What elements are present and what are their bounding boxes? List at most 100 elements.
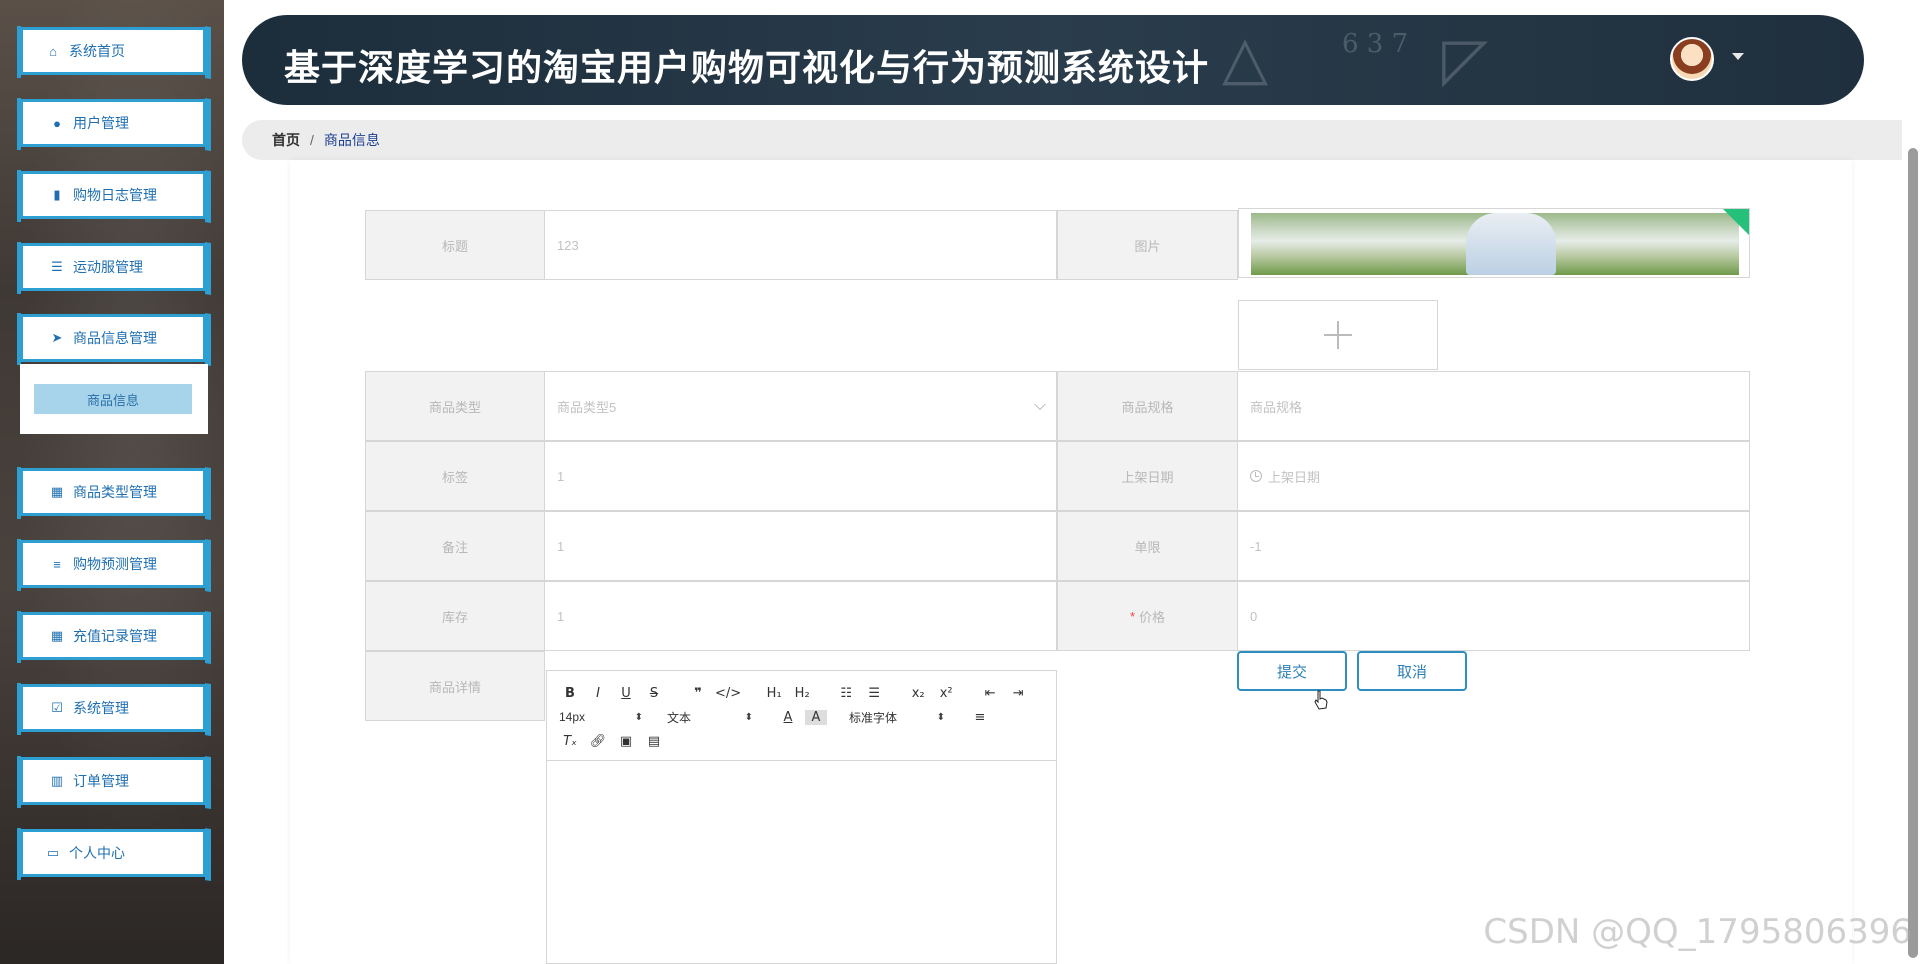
updown-icon: ⬍ [744,711,753,723]
check-clipboard-icon: ☑ [51,700,63,715]
sidebar-item-label: 订单管理 [73,773,129,789]
grid-icon: ▦ [50,628,64,643]
strike-icon[interactable]: S [643,686,665,701]
card-icon: ▭ [46,845,60,860]
submenu: 商品信息 [20,364,208,434]
limit-input[interactable]: -1 [1237,511,1750,581]
ordered-list-icon[interactable]: ☷ [835,686,857,701]
date-picker[interactable]: 上架日期 [1237,441,1750,511]
bold-icon[interactable]: B [559,686,581,701]
price-input[interactable]: 0 [1237,581,1750,651]
clipboard-icon: ▮ [53,187,61,202]
watermark: CSDN @QQ_1795806396 [1483,912,1912,952]
price-label: * 价格 [1057,581,1238,651]
text-style-value: 文本 [667,710,692,725]
type-label: 商品类型 [365,371,545,441]
note-input[interactable]: 1 [544,511,1057,581]
type-select[interactable]: 商品类型5 [544,371,1057,441]
sidebar-item-system[interactable]: ☑ 系统管理 [17,683,206,735]
heading1-icon[interactable]: H₁ [763,686,785,701]
quote-icon[interactable]: ❞ [687,686,709,701]
sidebar-item-label: 运动服管理 [73,259,143,275]
success-flag-icon [1723,209,1749,235]
stock-label: 库存 [365,581,545,651]
superscript-icon[interactable]: x² [935,686,957,701]
clear-format-icon[interactable]: Tₓ [559,734,581,749]
cancel-button[interactable]: 取消 [1357,651,1467,691]
title-input[interactable]: 123 [544,210,1057,280]
decor-triangle: ◸ [1442,25,1489,95]
sidebar-item-shopping-log[interactable]: ▮ 购物日志管理 [17,170,206,222]
sidebar-item-profile[interactable]: ▭ 个人中心 [17,828,206,880]
align-icon[interactable]: ≡ [969,710,991,725]
clock-icon [1250,470,1262,482]
breadcrumb-separator: / [310,132,314,148]
background-color-icon[interactable]: A [805,709,827,725]
image-icon[interactable]: ▣ [615,734,637,749]
note-label: 备注 [365,511,545,581]
breadcrumb-current: 商品信息 [323,132,380,148]
font-color-icon[interactable]: A [777,710,799,725]
outdent-icon[interactable]: ⇤ [979,686,1001,701]
plus-icon [1324,321,1352,349]
sidebar-item-label: 购物预测管理 [73,556,157,572]
editor-toolbar: B I U S ❞ </> H₁ H₂ ☷ ☰ x₂ x² ⇤ ⇥ 14px ⬍ [547,671,1056,761]
chevron-down-icon[interactable] [1732,53,1744,60]
spec-input[interactable]: 商品规格 [1237,371,1750,441]
updown-icon: ⬍ [634,711,643,723]
updown-icon: ⬍ [936,711,945,723]
hand-cursor-icon [1314,690,1328,710]
lines-icon: ≡ [53,556,61,572]
font-family-select[interactable]: 标准字体 ⬍ [849,709,945,726]
font-size-select[interactable]: 14px ⬍ [559,710,643,724]
italic-icon[interactable]: I [587,686,609,701]
video-icon[interactable]: ▤ [643,734,665,749]
text-style-select[interactable]: 文本 ⬍ [667,709,753,726]
send-icon: ➤ [51,330,63,345]
sidebar-item-label: 系统首页 [69,43,125,59]
tag-input[interactable]: 1 [544,441,1057,511]
spec-label: 商品规格 [1057,371,1238,441]
sidebar-item-product-info[interactable]: ➤ 商品信息管理 [17,313,206,365]
code-icon[interactable]: </> [715,686,741,701]
sidebar-item-sportswear[interactable]: ☰ 运动服管理 [17,242,206,294]
font-family-value: 标准字体 [849,710,898,725]
limit-label: 单限 [1057,511,1238,581]
bar-chart-icon: ▥ [50,773,64,788]
decor-formula: 6 3 7 [1342,29,1409,59]
scrollbar[interactable] [1908,148,1918,958]
sidebar-item-users[interactable]: ● 用户管理 [17,98,206,150]
image-preview[interactable] [1238,208,1750,278]
title-label: 标题 [365,210,545,280]
submenu-item-product-info[interactable]: 商品信息 [34,384,192,414]
subscript-icon[interactable]: x₂ [907,686,929,701]
sidebar-item-product-type[interactable]: ▦ 商品类型管理 [17,467,206,519]
date-label: 上架日期 [1057,441,1238,511]
sidebar-item-label: 商品信息管理 [73,330,157,346]
avatar[interactable] [1670,37,1714,81]
list-icon: ☰ [51,259,63,274]
sidebar-item-shopping-prediction[interactable]: ≡ 购物预测管理 [17,539,206,591]
page-title: 基于深度学习的淘宝用户购物可视化与行为预测系统设计 [284,47,1210,88]
image-upload-button[interactable] [1238,300,1438,370]
sidebar-item-orders[interactable]: ▥ 订单管理 [17,756,206,808]
detail-label: 商品详情 [365,651,545,721]
grid-icon: ▦ [50,484,64,499]
indent-icon[interactable]: ⇥ [1007,686,1029,701]
type-select-value: 商品类型5 [557,399,617,415]
heading2-icon[interactable]: H₂ [791,686,813,701]
required-marker: * [1129,608,1136,624]
breadcrumb-home[interactable]: 首页 [272,130,300,150]
link-icon[interactable]: 🔗︎ [587,734,609,749]
bulb-icon: ● [53,115,61,131]
image-label: 图片 [1057,210,1238,280]
sidebar-item-home[interactable]: ⌂ 系统首页 [17,26,206,78]
chevron-down-icon [1034,398,1046,411]
submit-button[interactable]: 提交 [1237,651,1347,691]
bullet-list-icon[interactable]: ☰ [863,686,885,701]
product-image [1251,213,1739,275]
rich-text-editor[interactable]: B I U S ❞ </> H₁ H₂ ☷ ☰ x₂ x² ⇤ ⇥ 14px ⬍ [546,670,1057,964]
underline-icon[interactable]: U [615,686,637,701]
stock-input[interactable]: 1 [544,581,1057,651]
sidebar-item-recharge[interactable]: ▦ 充值记录管理 [17,611,206,663]
